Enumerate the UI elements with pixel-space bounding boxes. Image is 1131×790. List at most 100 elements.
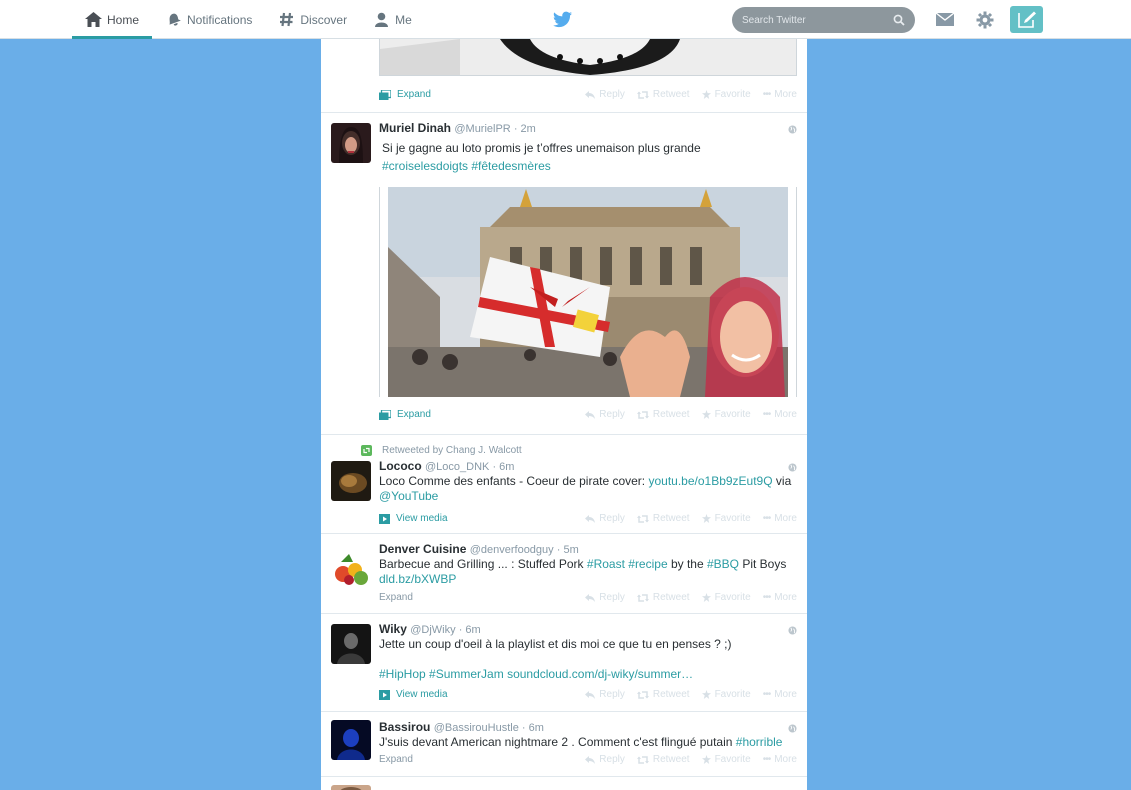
avatar[interactable] <box>331 624 371 664</box>
tweet-handle[interactable]: @MurielPR <box>454 123 510 135</box>
reply-button[interactable]: Reply <box>585 592 625 603</box>
avatar[interactable] <box>331 123 371 163</box>
tweet-item[interactable]: Denver Cuisine @denverfoodguy · 5m Barbe… <box>321 534 807 614</box>
tweet-hashtag[interactable]: #BBQ <box>707 557 739 571</box>
nav-discover[interactable]: Discover <box>265 0 360 39</box>
retweet-button[interactable]: Retweet <box>636 592 690 603</box>
globe-icon <box>788 125 797 134</box>
nav-me[interactable]: Me <box>360 0 425 39</box>
tweet-handle[interactable]: @BassirouHustle <box>434 722 519 734</box>
tweet-mention[interactable]: @YouTube <box>379 489 438 503</box>
more-button[interactable]: ••• More <box>763 513 797 524</box>
more-button[interactable]: ••• More <box>763 409 797 420</box>
tweet-link[interactable]: soundcloud.com/dj-wiky/summer… <box>507 667 693 681</box>
nav-home[interactable]: Home <box>72 0 153 39</box>
retweet-icon <box>636 410 649 419</box>
retweet-icon <box>636 690 649 699</box>
tweet-header: Lococo @Loco_DNK · 6m <box>379 459 515 473</box>
tweet-action-buttons: Reply Retweet Favorite ••• More <box>585 409 797 420</box>
play-icon <box>379 513 390 524</box>
tweet-timestamp[interactable]: 6m <box>529 722 544 734</box>
favorite-button[interactable]: Favorite <box>701 409 751 420</box>
tweet-hashtags[interactable]: #HipHop #SummerJam <box>379 667 504 681</box>
tweet-fullname[interactable]: Bassirou <box>379 720 430 734</box>
retweet-button[interactable]: Retweet <box>636 513 690 524</box>
tweet-link[interactable]: dld.bz/bXWBP <box>379 572 456 586</box>
more-button[interactable]: ••• More <box>763 689 797 700</box>
tweet-action-buttons: Reply Retweet Favorite ••• More <box>585 592 797 603</box>
avatar[interactable] <box>331 720 371 760</box>
retweet-button[interactable]: Retweet <box>636 689 690 700</box>
reply-button[interactable]: Reply <box>585 409 625 420</box>
tweet-hashtag[interactable]: #recipe <box>628 557 667 571</box>
globe-icon <box>788 724 797 733</box>
home-icon <box>85 11 102 28</box>
tweet-item[interactable]: Retweeted by Chang J. Walcott Lococo @Lo… <box>321 435 807 534</box>
favorite-button[interactable]: Favorite <box>701 513 751 524</box>
expand-link[interactable]: Expand <box>379 89 431 100</box>
compose-tweet-button[interactable] <box>1010 6 1043 33</box>
tweet-hashtag[interactable]: #Roast <box>587 557 625 571</box>
tweet-timestamp[interactable]: 6m <box>499 461 514 473</box>
gear-icon[interactable] <box>975 10 994 29</box>
tweet-hashtags[interactable]: #croiselesdoigts #fêtedesmères <box>382 159 551 174</box>
tweet-timestamp[interactable]: 2m <box>521 123 536 135</box>
tweet-link[interactable]: youtu.be/o1Bb9zEut9Q <box>648 474 772 488</box>
expand-link[interactable]: Expand <box>379 409 431 420</box>
twitter-bird-icon[interactable] <box>553 11 572 28</box>
tweet-fullname[interactable]: Lococo <box>379 459 422 473</box>
more-dots-icon: ••• <box>762 409 771 420</box>
star-icon <box>701 593 711 602</box>
favorite-button[interactable]: Favorite <box>701 592 751 603</box>
more-dots-icon: ••• <box>762 754 771 765</box>
view-media-link[interactable]: View media <box>379 689 448 700</box>
tweet-item[interactable]: Bassirou @BassirouHustle · 6m J'suis dev… <box>321 712 807 777</box>
more-button[interactable]: ••• More <box>763 592 797 603</box>
retweeted-by-note: Retweeted by Chang J. Walcott <box>361 445 522 456</box>
avatar[interactable] <box>331 548 371 588</box>
favorite-button[interactable]: Favorite <box>701 689 751 700</box>
retweet-button[interactable]: Retweet <box>636 409 690 420</box>
view-media-link[interactable]: View media <box>379 513 448 524</box>
search-icon[interactable] <box>893 14 905 26</box>
tweet-actions: Expand Reply Retweet Favorite ••• More <box>379 89 797 103</box>
more-button[interactable]: ••• More <box>763 754 797 765</box>
reply-button[interactable]: Reply <box>585 513 625 524</box>
star-icon <box>701 410 711 419</box>
reply-icon <box>585 593 596 602</box>
retweet-icon <box>636 90 649 99</box>
expand-link[interactable]: Expand <box>379 592 413 603</box>
avatar[interactable] <box>331 785 371 790</box>
envelope-icon[interactable] <box>935 10 954 29</box>
nav-notifications[interactable]: Notifications <box>152 0 265 39</box>
tweet-fullname[interactable]: Muriel Dinah <box>379 121 451 135</box>
tweet-actions: Expand Reply Retweet Favorite ••• More <box>379 754 797 768</box>
photo-icon <box>379 409 391 420</box>
favorite-button[interactable]: Favorite <box>701 89 751 100</box>
tweet-fullname[interactable]: Denver Cuisine <box>379 542 466 556</box>
reply-button[interactable]: Reply <box>585 689 625 700</box>
tweet-actions: View media Reply Retweet Favorite ••• Mor… <box>379 689 797 703</box>
tweet-handle[interactable]: @DjWiky <box>410 624 455 636</box>
reply-icon <box>585 690 596 699</box>
avatar[interactable] <box>331 461 371 501</box>
expand-link[interactable]: Expand <box>379 754 413 765</box>
tweet-timestamp[interactable]: 5m <box>563 544 578 556</box>
tweet-item[interactable]: Muriel Dinah @MurielPR · 2m Si je gagne … <box>321 113 807 435</box>
tweet-hashtag[interactable]: #horrible <box>736 735 783 749</box>
retweet-button[interactable]: Retweet <box>636 89 690 100</box>
tweet-fullname[interactable]: Wiky <box>379 622 407 636</box>
tweet-item-partial[interactable]: Expand Reply Retweet Favorite ••• More <box>321 39 807 113</box>
reply-button[interactable]: Reply <box>585 89 625 100</box>
reply-button[interactable]: Reply <box>585 754 625 765</box>
tweet-photo-partial[interactable] <box>379 39 797 76</box>
tweet-photo[interactable] <box>379 187 797 397</box>
tweet-handle[interactable]: @Loco_DNK <box>425 461 489 473</box>
more-button[interactable]: ••• More <box>763 89 797 100</box>
retweet-button[interactable]: Retweet <box>636 754 690 765</box>
tweet-item-partial[interactable] <box>321 777 807 790</box>
tweet-handle[interactable]: @denverfoodguy <box>470 544 554 556</box>
favorite-button[interactable]: Favorite <box>701 754 751 765</box>
tweet-timestamp[interactable]: 6m <box>465 624 480 636</box>
search-input[interactable] <box>742 14 893 26</box>
